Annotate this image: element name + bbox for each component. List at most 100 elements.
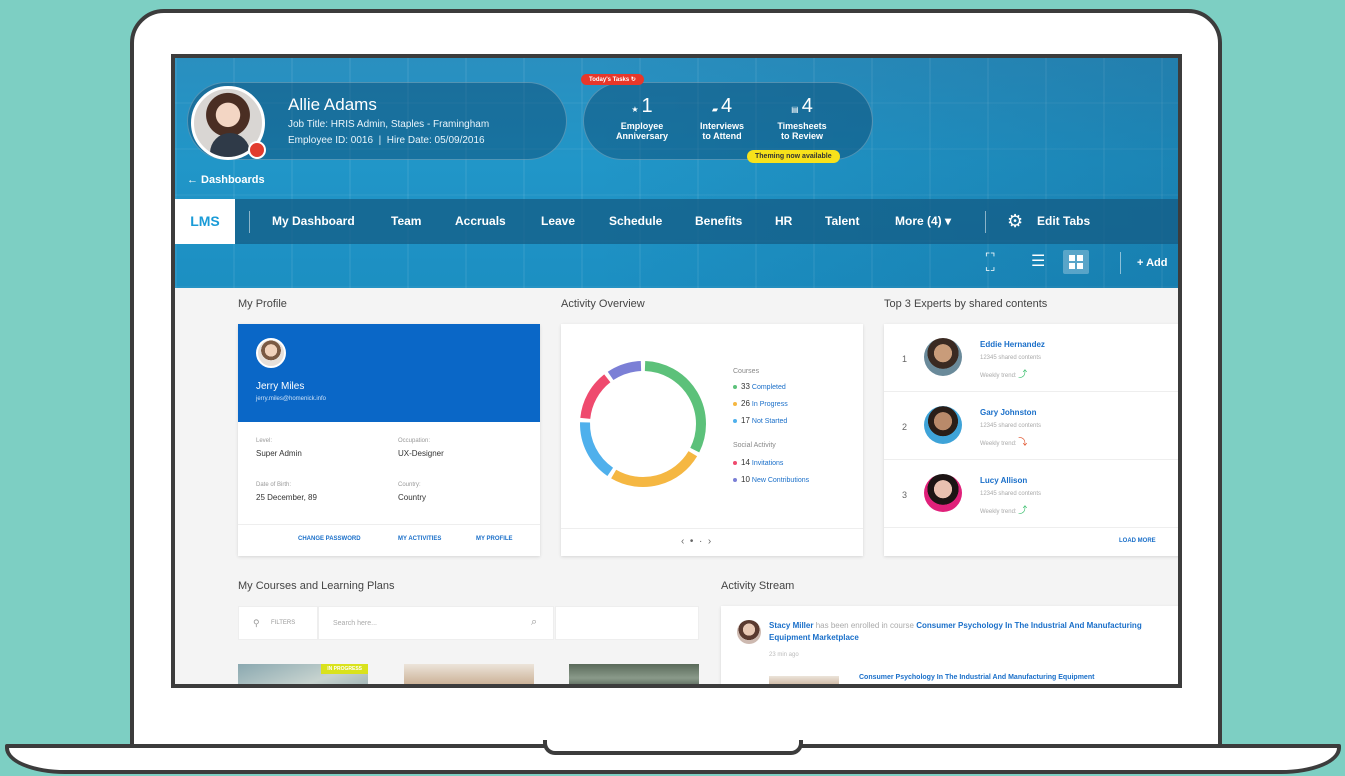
todays-tasks-label: Today's Tasks (589, 77, 630, 83)
filters-button[interactable]: ⚲ FILTERS (238, 606, 318, 640)
trend-label: Weekly trend: (980, 509, 1017, 515)
expert-trend: Weekly trend: ⤵ (980, 435, 1027, 448)
task-count: 4 (721, 95, 733, 117)
search-input[interactable]: Search here... ⌕ (318, 606, 554, 640)
task-label: Timesheets (777, 121, 827, 131)
job-title: Job Title: HRIS Admin, Staples - Framing… (288, 119, 490, 130)
edit-tabs-button[interactable]: Edit Tabs (1037, 214, 1090, 228)
field-label: Level: (256, 438, 273, 444)
stream-timestamp: 23 min ago (769, 652, 799, 658)
activity-overview-title: Activity Overview (561, 298, 645, 310)
sort-dropdown[interactable] (555, 606, 699, 640)
legend-dot (733, 460, 737, 465)
carousel-pager[interactable]: ‹ • · › (681, 536, 711, 547)
expert-shared: 12345 shared contents (980, 355, 1042, 361)
expert-row[interactable]: 1 Eddie Hernandez 12345 shared contents … (884, 324, 1178, 392)
star-icon: ★ (631, 105, 639, 114)
legend-label: Not Started (751, 418, 788, 425)
trend-down-icon: ⤵ (1018, 437, 1028, 447)
donut-segment-in-progress[interactable] (611, 450, 698, 487)
legend-dot (733, 384, 737, 389)
field-value: 25 December, 89 (256, 493, 317, 502)
theming-badge[interactable]: Theming now available (747, 150, 840, 163)
expert-rank: 3 (902, 490, 908, 500)
top-experts-title: Top 3 Experts by shared contents (884, 298, 1048, 310)
task-count: 1 (641, 95, 653, 117)
list-view-icon[interactable]: ☰ (1031, 251, 1045, 271)
expert-name[interactable]: Gary Johnston (980, 408, 1036, 417)
change-password-link[interactable]: CHANGE PASSWORD (298, 536, 361, 542)
tab-schedule[interactable]: Schedule (609, 214, 662, 228)
tab-hr[interactable]: HR (775, 214, 792, 228)
add-widget-button[interactable]: + Add (1137, 257, 1167, 269)
toolbar-divider (1120, 252, 1121, 274)
expert-row[interactable]: 2 Gary Johnston 12345 shared contents We… (884, 392, 1178, 460)
donut-segment-invitations[interactable] (580, 374, 611, 420)
task-anniversary[interactable]: ★ 1 Employee Anniversary (602, 95, 682, 141)
task-interviews[interactable]: ▰ 4 Interviews to Attend (682, 95, 762, 141)
tab-talent[interactable]: Talent (825, 214, 859, 228)
legend-label: New Contributions (751, 477, 810, 484)
activity-stream-title: Activity Stream (721, 580, 795, 592)
my-profile-header: Jerry Miles jerry.miles@homenick.info (238, 324, 540, 422)
stream-preview-title[interactable]: Consumer Psychology In The Industrial An… (859, 674, 1094, 681)
profile-name: Allie Adams (288, 95, 377, 114)
tab-accruals[interactable]: Accruals (455, 214, 506, 228)
tab-lms[interactable]: LMS (175, 199, 235, 244)
tab-my-dashboard[interactable]: My Dashboard (272, 214, 355, 228)
laptop-screen: Allie Adams Job Title: HRIS Admin, Stapl… (171, 54, 1182, 688)
course-thumbnail[interactable] (569, 664, 699, 684)
legend-not-started[interactable]: 17 Not Started (733, 416, 787, 425)
legend-invitations[interactable]: 14 Invitations (733, 458, 783, 467)
my-profile-title: My Profile (238, 298, 287, 310)
fullscreen-icon[interactable]: ⌜⌝ ⌞⌟ (985, 253, 995, 273)
stream-course-thumbnail[interactable] (769, 676, 839, 684)
field-label: Country: (398, 482, 421, 488)
tab-team[interactable]: Team (391, 214, 421, 228)
legend-completed[interactable]: 33 Completed (733, 382, 786, 391)
expert-shared: 12345 shared contents (980, 491, 1042, 497)
timesheet-icon: ▤ (791, 105, 799, 114)
tab-bar: LMS My Dashboard Team Accruals Leave Sch… (175, 199, 1178, 244)
top-experts-card: 1 Eddie Hernandez 12345 shared contents … (884, 324, 1178, 556)
profile-email: jerry.miles@homenick.info (256, 396, 326, 402)
course-thumbnail[interactable] (404, 664, 534, 684)
task-timesheets[interactable]: ▤ 4 Timesheets to Review (762, 95, 842, 141)
in-progress-badge: IN PROGRESS (321, 664, 368, 674)
expert-name[interactable]: Eddie Hernandez (980, 340, 1045, 349)
my-activities-link[interactable]: MY ACTIVITIES (398, 536, 441, 542)
tab-benefits[interactable]: Benefits (695, 214, 742, 228)
legend-count: 33 (741, 382, 750, 391)
field-label: Occupation: (398, 438, 431, 444)
courses-heading: Courses (733, 368, 760, 375)
search-placeholder: Search here... (333, 620, 377, 627)
search-icon[interactable]: ⌕ (531, 616, 537, 629)
field-value: UX-Designer (398, 449, 444, 458)
laptop-notch (543, 740, 803, 755)
camera-icon[interactable] (248, 141, 266, 159)
load-more-button[interactable]: LOAD MORE (1119, 538, 1156, 544)
avatar (737, 620, 761, 644)
grid-view-icon[interactable] (1063, 250, 1089, 274)
todays-tasks-tag[interactable]: Today's Tasks ↻ (581, 74, 644, 85)
expert-row[interactable]: 3 Lucy Allison 12345 shared contents Wee… (884, 460, 1178, 528)
field-label: Date of Birth: (256, 482, 292, 488)
my-profile-link[interactable]: MY PROFILE (476, 536, 513, 542)
back-to-dashboards-link[interactable]: ← Dashboards (187, 174, 265, 186)
legend-count: 10 (741, 475, 750, 484)
donut-segment-completed[interactable] (644, 361, 706, 453)
my-profile-card: Jerry Miles jerry.miles@homenick.info Le… (238, 324, 540, 556)
stream-action: has been enrolled in course (813, 621, 917, 630)
gear-icon[interactable]: ⚙ (1007, 211, 1023, 232)
legend-in-progress[interactable]: 26 In Progress (733, 399, 788, 408)
donut-segment-new-contributions[interactable] (607, 361, 642, 381)
task-count: 4 (801, 95, 813, 117)
legend-new-contributions[interactable]: 10 New Contributions (733, 475, 809, 484)
tab-more[interactable]: More (4) ▾ (895, 214, 951, 228)
stream-user-link[interactable]: Stacy Miller (769, 621, 813, 630)
expert-name[interactable]: Lucy Allison (980, 476, 1027, 485)
legend-dot (733, 418, 737, 423)
course-thumbnail[interactable]: IN PROGRESS (238, 664, 368, 684)
donut-segment-not-started[interactable] (580, 422, 614, 476)
tab-leave[interactable]: Leave (541, 214, 575, 228)
